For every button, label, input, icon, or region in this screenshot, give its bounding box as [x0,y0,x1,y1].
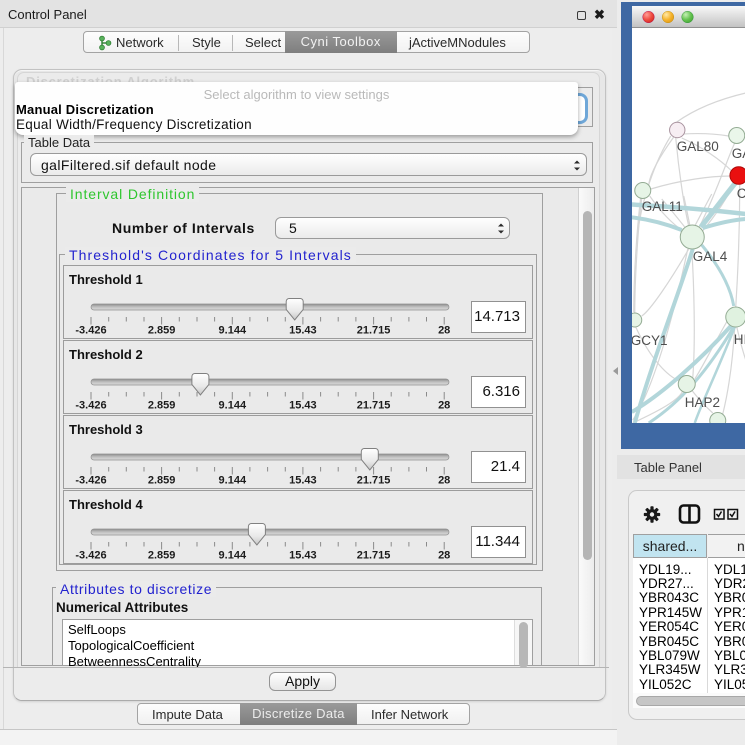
svg-text:21.715: 21.715 [357,400,391,412]
svg-text:28: 28 [438,325,450,337]
svg-text:28: 28 [438,400,450,412]
svg-text:HIS4: HIS4 [733,332,745,347]
svg-text:-3.426: -3.426 [75,400,106,412]
svg-text:15.43: 15.43 [289,400,317,412]
svg-text:21.715: 21.715 [357,550,391,562]
svg-text:HAP2: HAP2 [684,395,719,410]
svg-text:2.859: 2.859 [148,475,176,487]
svg-text:-3.426: -3.426 [75,475,106,487]
svg-text:-3.426: -3.426 [75,325,106,337]
svg-text:GAL80: GAL80 [676,139,718,154]
svg-text:2.859: 2.859 [148,400,176,412]
svg-text:28: 28 [438,475,450,487]
svg-text:21.715: 21.715 [357,325,391,337]
svg-text:GCY1: GCY1 [632,333,668,348]
svg-text:15.43: 15.43 [289,325,317,337]
svg-text:-3.426: -3.426 [75,550,106,562]
svg-text:9.144: 9.144 [219,400,247,412]
svg-text:2.859: 2.859 [148,325,176,337]
svg-text:9.144: 9.144 [219,325,247,337]
svg-text:GAL11: GAL11 [641,199,682,214]
svg-text:CBF1: CBF1 [736,186,745,201]
svg-text:2.859: 2.859 [148,550,176,562]
svg-text:GAL1: GAL1 [731,146,745,161]
svg-text:21.715: 21.715 [357,475,391,487]
svg-text:GAL4: GAL4 [692,249,727,264]
svg-text:9.144: 9.144 [219,475,247,487]
svg-text:15.43: 15.43 [289,550,317,562]
svg-text:15.43: 15.43 [289,475,317,487]
svg-text:9.144: 9.144 [219,550,247,562]
svg-text:28: 28 [438,550,450,562]
